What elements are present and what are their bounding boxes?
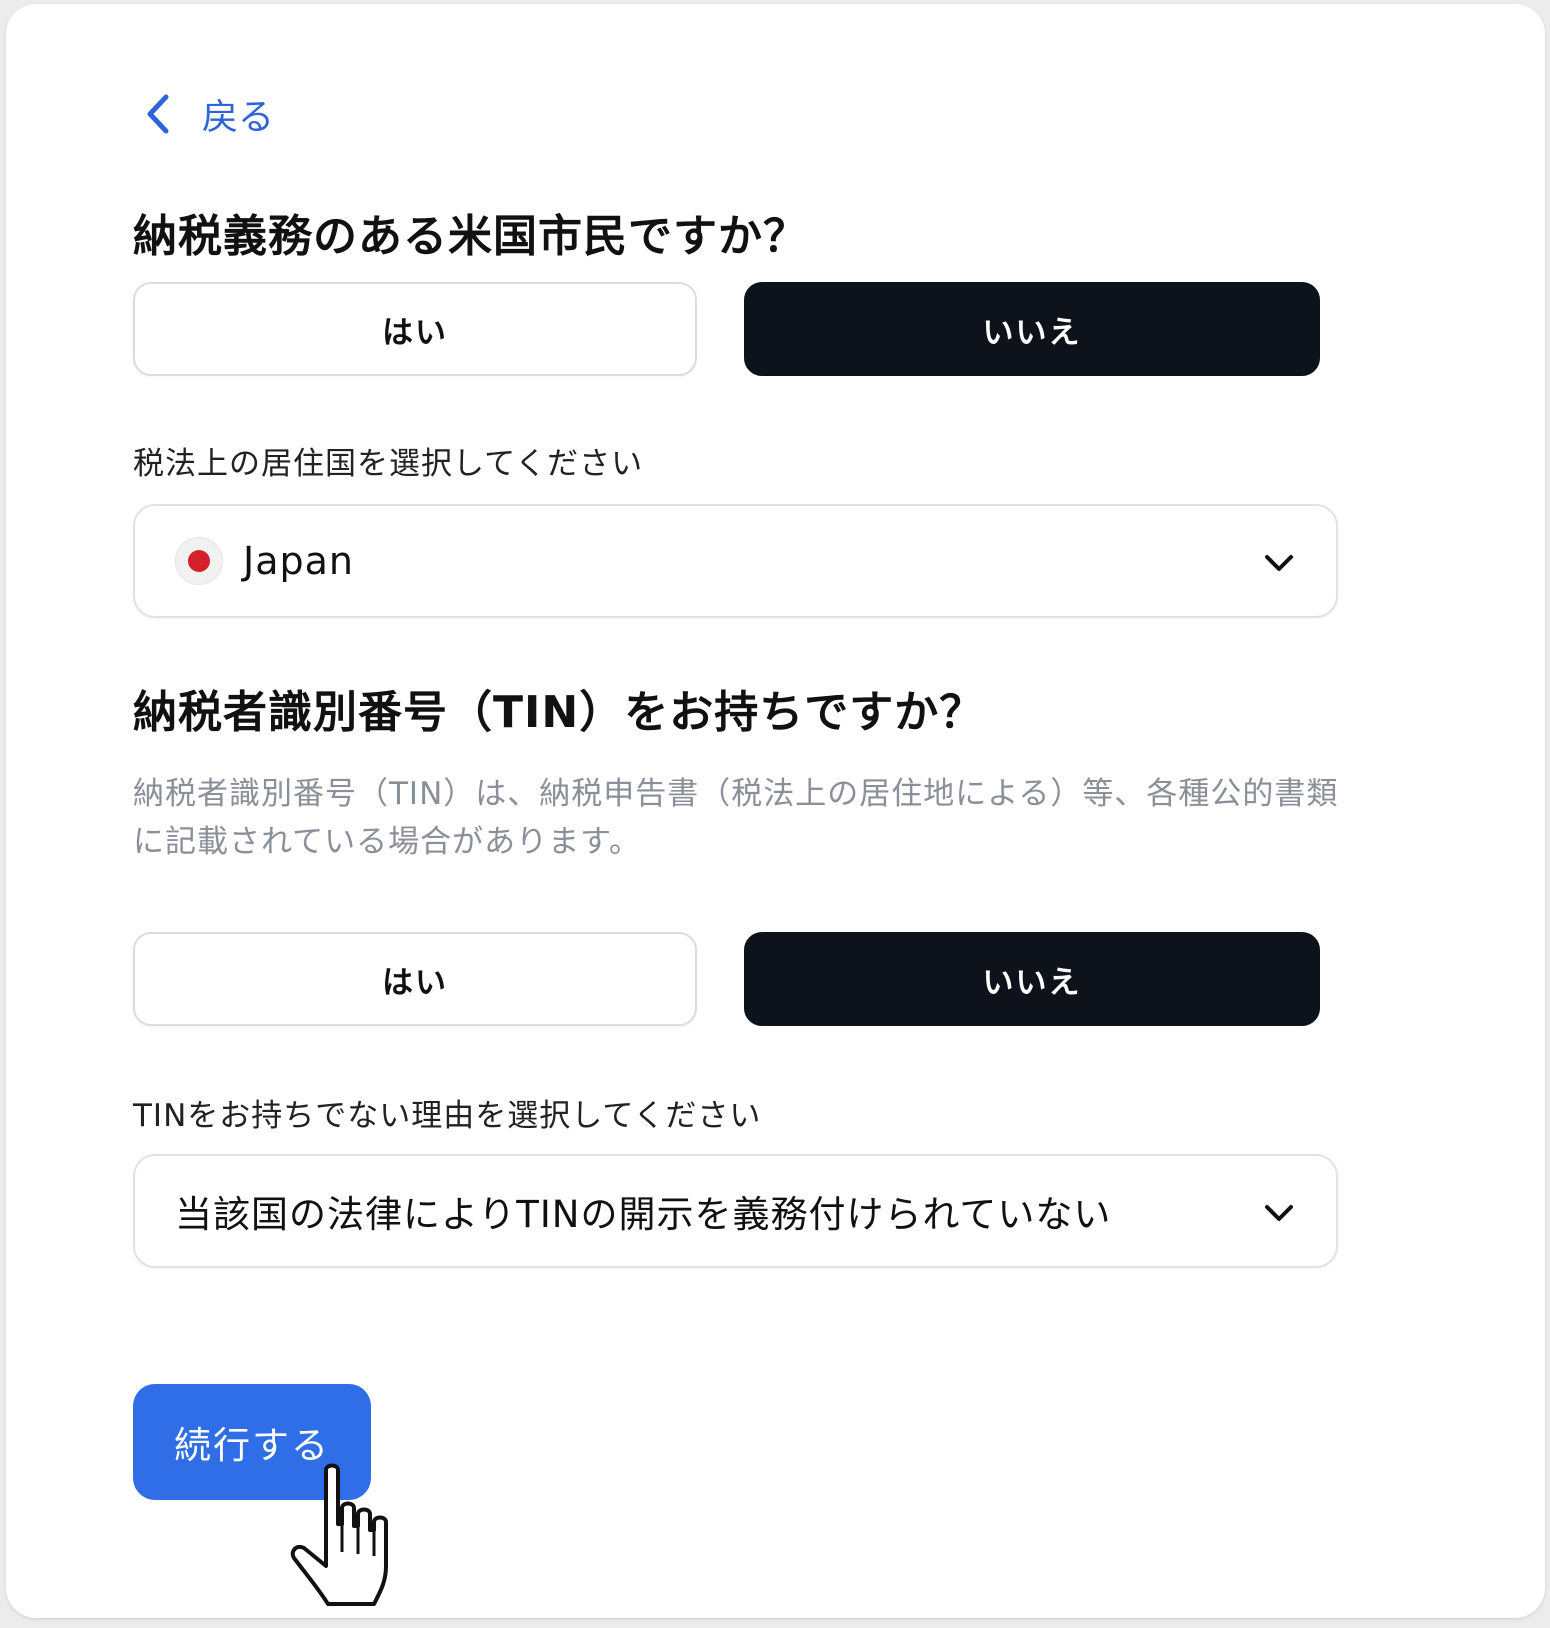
chevron-left-icon <box>147 94 169 134</box>
chevron-down-icon <box>1265 1205 1293 1221</box>
no-tin-reason-value: 当該国の法律によりTINの開示を義務付けられていない <box>175 1193 1112 1236</box>
us-citizen-no-button[interactable]: いいえ <box>744 282 1320 376</box>
residence-country-select[interactable]: Japan <box>133 504 1338 618</box>
residence-country-label: 税法上の居住国を選択してください <box>133 446 644 482</box>
no-tin-reason-select[interactable]: 当該国の法律によりTINの開示を義務付けられていない <box>133 1154 1338 1268</box>
back-label: 戻る <box>202 97 275 138</box>
tin-no-button[interactable]: いいえ <box>744 932 1320 1026</box>
tin-description: 納税者識別番号（TIN）は、納税申告書（税法上の居住地による）等、各種公的書類に… <box>133 776 1339 860</box>
no-tin-reason-label: TINをお持ちでない理由を選択してください <box>133 1098 762 1134</box>
us-citizen-yes-button[interactable]: はい <box>133 282 697 376</box>
tin-yes-button[interactable]: はい <box>133 932 697 1026</box>
hand-pointer-cursor-icon <box>290 1463 388 1606</box>
residence-country-value: Japan <box>243 539 354 583</box>
tin-question: 納税者識別番号（TIN）をお持ちですか？ <box>133 687 985 738</box>
japan-flag-icon <box>175 537 223 585</box>
us-citizen-question: 納税義務のある米国市民ですか？ <box>133 211 808 262</box>
back-link[interactable]: 戻る <box>140 88 274 140</box>
chevron-down-icon <box>1265 555 1293 571</box>
